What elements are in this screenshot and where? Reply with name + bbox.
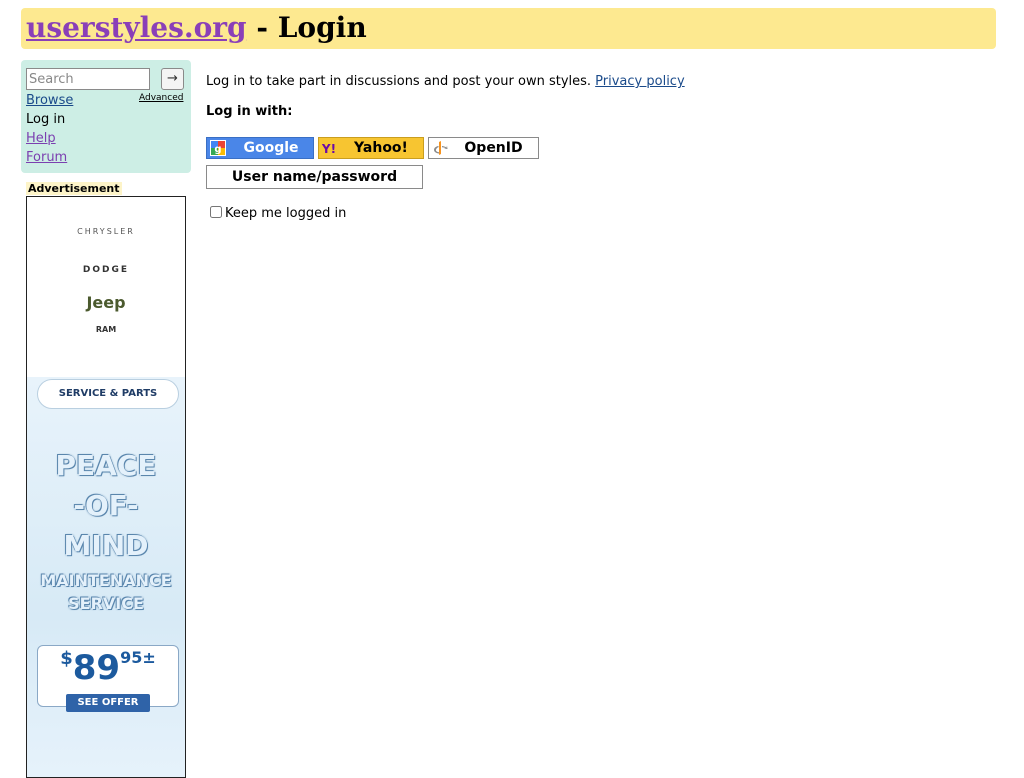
chrysler-logo: CHRYSLER bbox=[77, 227, 135, 236]
search-input[interactable] bbox=[26, 68, 150, 90]
advertisement-label: Advertisement bbox=[26, 182, 122, 195]
ad-headline-line: PEACE bbox=[55, 449, 157, 482]
price-cents: 95± bbox=[120, 648, 156, 667]
ad-headline-line: MIND bbox=[63, 529, 149, 562]
see-offer-button[interactable]: SEE OFFER bbox=[66, 694, 150, 712]
brand-logos: CHRYSLER DODGE Jeep RAM bbox=[27, 197, 185, 393]
yahoo-label: Yahoo! bbox=[354, 140, 408, 156]
yahoo-login-button[interactable]: Y! Yahoo! bbox=[318, 137, 424, 159]
userpass-label: User name/password bbox=[231, 169, 398, 185]
openid-login-button[interactable]: OpenID bbox=[428, 137, 539, 159]
sidebar-nav: → Advanced Browse Log in Help Forum bbox=[21, 60, 191, 173]
sidebar-item-browse[interactable]: Browse bbox=[26, 93, 73, 109]
search-submit-button[interactable]: → bbox=[161, 68, 184, 90]
ad-headline-line: -OF- bbox=[73, 489, 139, 522]
keep-logged-in-label: Keep me logged in bbox=[225, 206, 347, 221]
dodge-logo: DODGE bbox=[82, 265, 130, 275]
site-home-link[interactable]: userstyles.org bbox=[26, 11, 247, 44]
sidebar-item-help[interactable]: Help bbox=[26, 131, 56, 147]
keep-logged-in-checkbox[interactable] bbox=[210, 206, 222, 218]
sidebar-item-forum[interactable]: Forum bbox=[26, 150, 67, 166]
jeep-logo: Jeep bbox=[86, 293, 126, 312]
username-password-login-button[interactable]: User name/password bbox=[206, 165, 423, 189]
keep-logged-in-option[interactable]: Keep me logged in bbox=[210, 206, 346, 222]
advertisement-banner[interactable]: CHRYSLER DODGE Jeep RAM SERVICE & PARTS … bbox=[26, 196, 186, 778]
ad-price-card: $8995± SEE OFFER bbox=[37, 645, 179, 712]
ad-headline-line: SERVICE bbox=[68, 594, 144, 613]
privacy-policy-link[interactable]: Privacy policy bbox=[595, 74, 684, 89]
ram-logo: RAM bbox=[95, 325, 117, 334]
google-login-button[interactable]: g Google bbox=[206, 137, 314, 159]
intro-text: Log in to take part in discussions and p… bbox=[206, 74, 685, 90]
openid-label: OpenID bbox=[464, 140, 523, 156]
google-label: Google bbox=[243, 140, 299, 156]
price-dollar-sign: $ bbox=[60, 648, 73, 669]
price-main: 89 bbox=[72, 648, 121, 688]
ad-price: $8995± bbox=[38, 648, 178, 688]
page-title-suffix: - Login bbox=[246, 11, 367, 44]
intro-sentence: Log in to take part in discussions and p… bbox=[206, 74, 596, 89]
page-header: userstyles.org - Login bbox=[21, 8, 996, 49]
login-with-heading: Log in with: bbox=[206, 104, 293, 119]
service-parts-badge: SERVICE & PARTS bbox=[37, 379, 179, 409]
sidebar-item-login: Log in bbox=[26, 112, 66, 127]
page-title: userstyles.org - Login bbox=[26, 11, 367, 45]
ad-headline-line: MAINTENANCE bbox=[40, 571, 172, 590]
advanced-search-link[interactable]: Advanced bbox=[139, 93, 183, 103]
